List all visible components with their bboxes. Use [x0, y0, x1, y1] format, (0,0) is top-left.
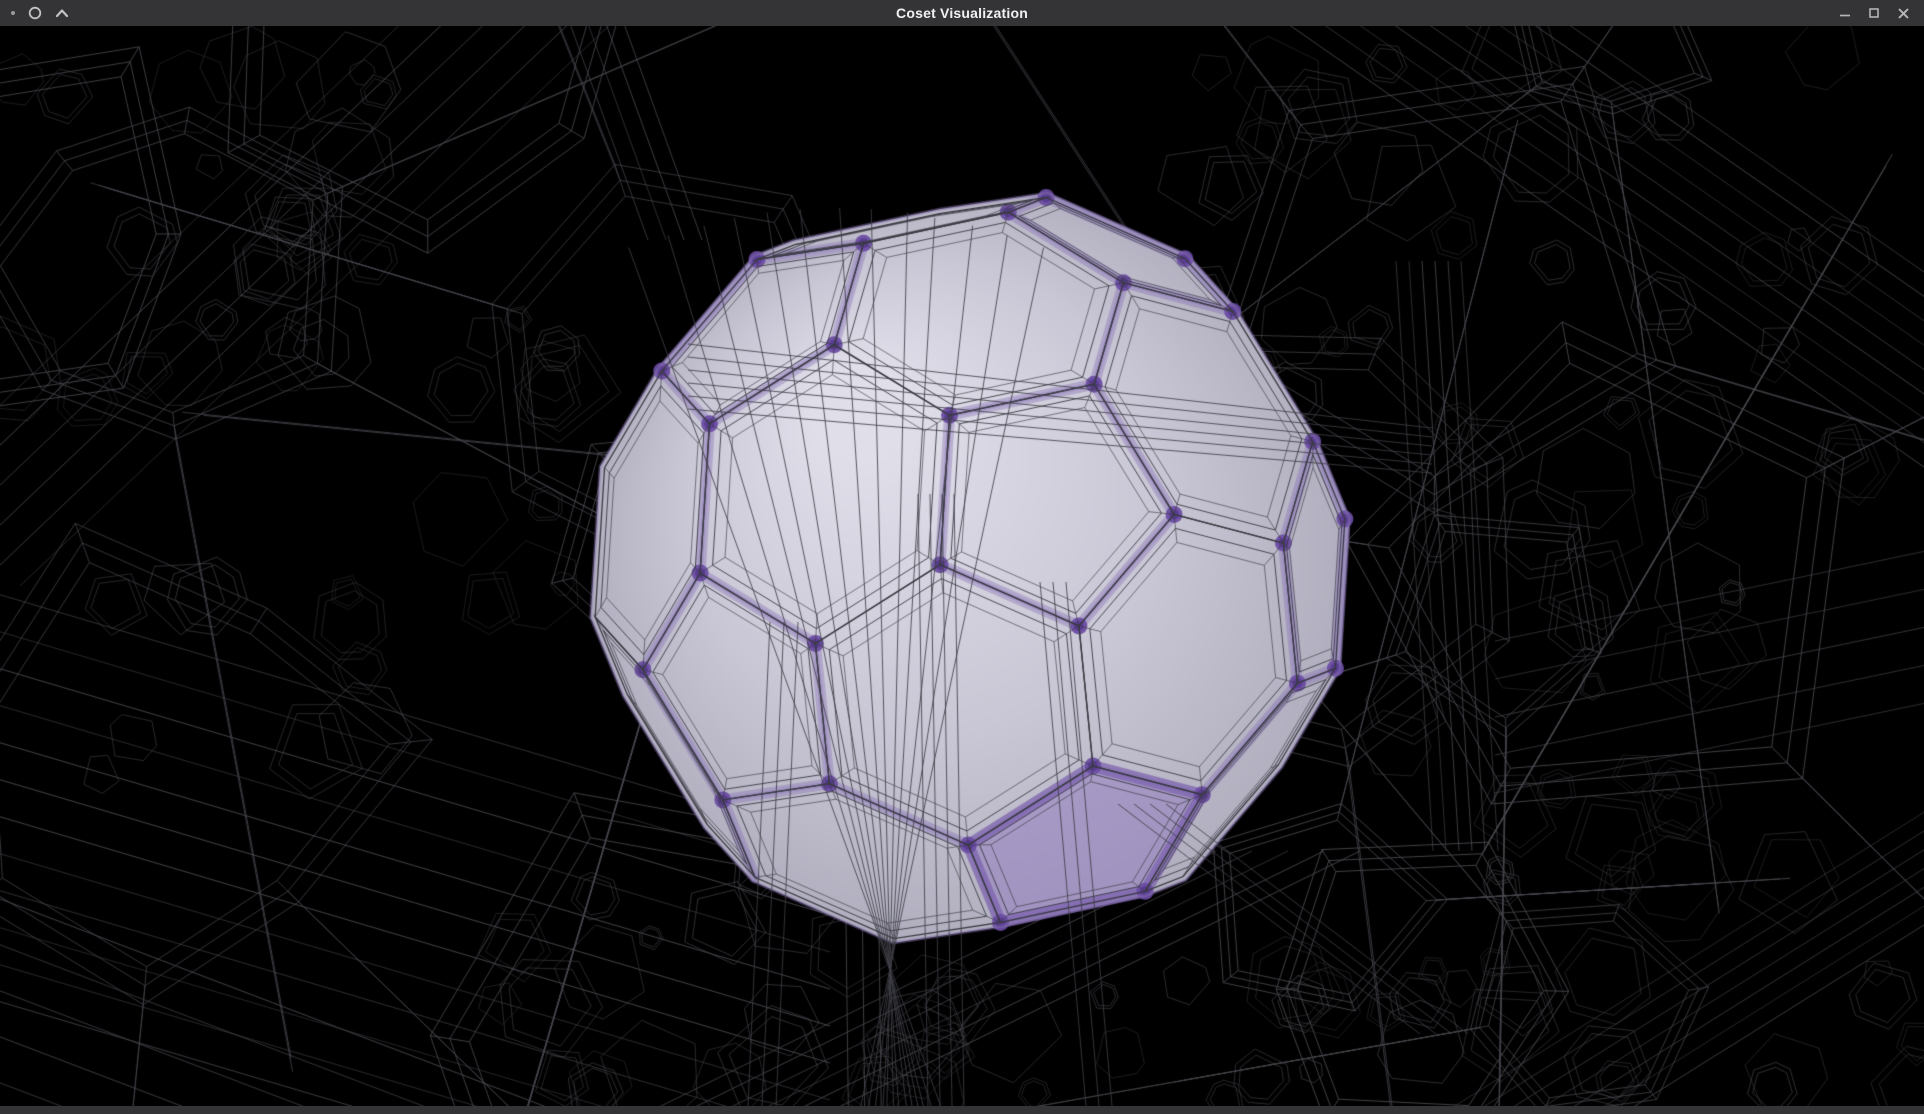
maximize-button[interactable] [1868, 7, 1880, 19]
minimize-button[interactable] [1839, 7, 1851, 19]
titlebar-left-icons [0, 0, 69, 26]
app-window: Coset Visualization [0, 0, 1924, 1114]
viewport-3d[interactable] [0, 26, 1924, 1106]
chevron-up-icon[interactable] [55, 7, 69, 19]
circle-icon[interactable] [28, 6, 42, 20]
window-bottom-border [0, 1106, 1924, 1114]
window-title: Coset Visualization [0, 5, 1924, 21]
titlebar[interactable]: Coset Visualization [0, 0, 1924, 26]
dot-icon [11, 11, 15, 15]
window-controls [1839, 0, 1924, 26]
close-button[interactable] [1897, 7, 1910, 20]
